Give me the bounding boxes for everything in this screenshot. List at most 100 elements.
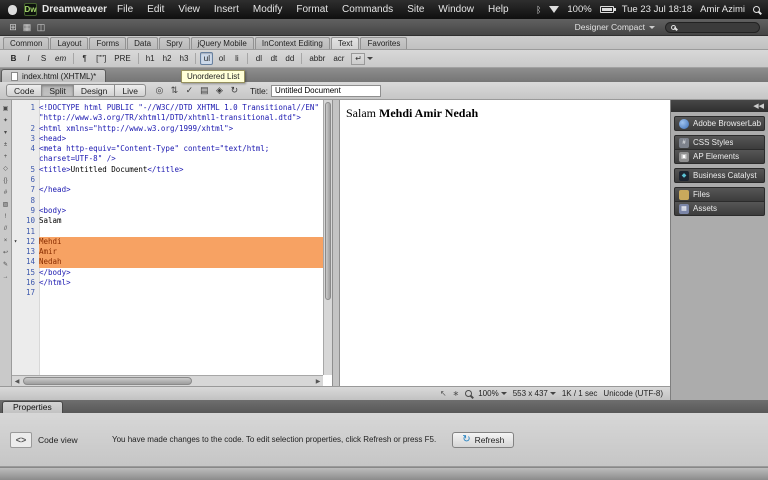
fold-arrow-icon[interactable]: ▾ <box>12 237 19 247</box>
code-line[interactable]: 6 <box>12 175 323 185</box>
line-numbers-icon[interactable]: # <box>1 189 11 198</box>
insert-tab-jquery-mobile[interactable]: jQuery Mobile <box>190 37 254 49</box>
w3c-validation-icon[interactable]: ✓ <box>182 84 197 97</box>
design-view-pane[interactable]: Salam Mehdi Amir Nedah <box>340 100 670 386</box>
code-line[interactable]: 8 <box>12 196 323 206</box>
expand-panels-button[interactable]: ◀◀ <box>753 102 764 110</box>
insert-button-dt[interactable]: dt <box>267 52 280 65</box>
zoom-level[interactable]: 100% <box>478 389 507 398</box>
scroll-left-arrow-icon[interactable]: ◀ <box>12 378 22 385</box>
panel-files[interactable]: Files <box>674 187 765 202</box>
insert-tab-incontext-editing[interactable]: InContext Editing <box>254 37 330 49</box>
expand-all-icon[interactable]: + <box>1 153 11 162</box>
insert-button-b[interactable]: B <box>7 52 20 65</box>
menubar-user[interactable]: Amir Azimi <box>700 4 745 15</box>
insert-button-dl[interactable]: dl <box>252 52 265 65</box>
insert-button-abbr[interactable]: abbr <box>306 52 328 65</box>
hand-tool-icon[interactable]: ∗ <box>453 389 460 398</box>
tab-properties[interactable]: Properties <box>2 401 63 413</box>
panel-css-styles[interactable]: CSS Styles <box>674 135 765 150</box>
view-button-live[interactable]: Live <box>114 84 146 97</box>
menu-commands[interactable]: Commands <box>335 4 400 15</box>
menu-help[interactable]: Help <box>481 4 516 15</box>
visual-aids-icon[interactable]: ◈ <box>212 84 227 97</box>
menu-site[interactable]: Site <box>400 4 431 15</box>
menubar-clock[interactable]: Tue 23 Jul 18:18 <box>622 4 692 15</box>
insert-tab-layout[interactable]: Layout <box>50 37 89 49</box>
code-line[interactable]: 14 Nedah <box>12 257 323 268</box>
code-line[interactable]: 16 </html> <box>12 278 323 288</box>
insert-button-h3[interactable]: h3 <box>177 52 192 65</box>
collapse-selection-icon[interactable]: ± <box>1 141 11 150</box>
panel-ap-elements[interactable]: AP Elements <box>674 149 765 164</box>
recent-snippets-icon[interactable]: ✎ <box>1 261 11 270</box>
code-line[interactable]: 15 </body> <box>12 268 323 278</box>
insert-button-s[interactable]: S <box>37 52 50 65</box>
menu-file[interactable]: File <box>110 4 140 15</box>
code-line[interactable]: 9 <body> <box>12 206 323 216</box>
code-line[interactable]: 4 <meta http-equiv="Content-Type" content… <box>12 144 323 154</box>
app-name-menu[interactable]: Dreamweaver <box>42 4 107 15</box>
file-management-icon[interactable]: ⇅ <box>167 84 182 97</box>
insert-tab-favorites[interactable]: Favorites <box>360 37 408 49</box>
indent-code-icon[interactable]: → <box>1 273 11 282</box>
workspace-switcher[interactable]: Designer Compact <box>575 22 655 32</box>
insert-button-blockquote[interactable]: [""] <box>93 52 109 65</box>
characters-menu-icon[interactable]: ↵ <box>351 52 366 65</box>
wifi-icon[interactable] <box>549 6 560 13</box>
code-horizontal-scrollbar[interactable]: ◀ ▶ <box>12 375 323 386</box>
zoom-tool-icon[interactable] <box>465 390 473 397</box>
remove-comment-icon[interactable]: × <box>1 237 11 246</box>
insert-button-dd[interactable]: dd <box>282 52 297 65</box>
select-tool-icon[interactable]: ↖ <box>440 389 447 398</box>
code-line[interactable]: 7 </head> <box>12 185 323 195</box>
balance-braces-icon[interactable]: {} <box>1 177 11 186</box>
menu-insert[interactable]: Insert <box>207 4 246 15</box>
view-button-design[interactable]: Design <box>72 84 116 97</box>
insert-button-acr[interactable]: acr <box>330 52 347 65</box>
code-line[interactable]: 2 <html xmlns="http://www.w3.org/1999/xht… <box>12 124 323 134</box>
syntax-error-alerts-icon[interactable]: ! <box>1 213 11 222</box>
code-line[interactable]: 13 Amir <box>12 247 323 258</box>
code-line[interactable]: charset=UTF-8" /> <box>12 154 323 164</box>
pane-splitter[interactable] <box>332 100 340 386</box>
refresh-button[interactable]: ↻ Refresh <box>452 431 515 448</box>
scrollbar-track[interactable] <box>22 376 313 386</box>
insert-tab-common[interactable]: Common <box>3 37 50 49</box>
menu-edit[interactable]: Edit <box>140 4 171 15</box>
scrollbar-thumb[interactable] <box>23 377 192 385</box>
spotlight-icon[interactable] <box>753 6 760 13</box>
menu-window[interactable]: Window <box>431 4 481 15</box>
refresh-icon[interactable]: ↻ <box>227 84 242 97</box>
insert-tab-forms[interactable]: Forms <box>89 37 127 49</box>
code-view-pane[interactable]: 1 <!DOCTYPE html PUBLIC "-//W3C//DTD XHTM… <box>12 100 332 386</box>
code-line[interactable]: 10 Salam <box>12 216 323 226</box>
insert-tab-data[interactable]: Data <box>127 37 159 49</box>
battery-icon[interactable] <box>599 6 616 13</box>
wrap-tag-icon[interactable]: ↩ <box>1 249 11 258</box>
insert-tab-spry[interactable]: Spry <box>159 37 190 49</box>
highlight-invalid-code-icon[interactable]: ▨ <box>1 201 11 210</box>
apply-comment-icon[interactable]: // <box>1 225 11 234</box>
insert-button-h1[interactable]: h1 <box>143 52 158 65</box>
view-button-code[interactable]: Code <box>6 84 43 97</box>
apple-menu-icon[interactable] <box>8 4 17 15</box>
insert-button-ul[interactable]: ul <box>200 52 214 65</box>
show-code-navigator-icon[interactable]: ✦ <box>1 117 11 126</box>
search-input[interactable] <box>679 22 759 32</box>
panel-business-catalyst[interactable]: Business Catalyst <box>674 168 765 183</box>
collapse-full-tag-icon[interactable]: ▾ <box>1 129 11 138</box>
code-line[interactable]: ▾ 12 Mehdi <box>12 236 323 248</box>
menu-modify[interactable]: Modify <box>246 4 289 15</box>
insert-tab-text[interactable]: Text <box>330 37 360 49</box>
menu-view[interactable]: View <box>171 4 207 15</box>
insert-button-em[interactable]: em <box>52 52 69 65</box>
window-size[interactable]: 553 x 437 <box>513 389 556 398</box>
code-line[interactable]: 11 <box>12 227 323 237</box>
insert-button-pre[interactable]: PRE <box>111 52 133 65</box>
extend-dreamweaver-icon[interactable]: ▦ <box>20 21 34 33</box>
code-line[interactable]: 3 <head> <box>12 134 323 144</box>
select-parent-tag-icon[interactable]: ◇ <box>1 165 11 174</box>
insert-button-li[interactable]: li <box>230 52 243 65</box>
code-line[interactable]: 5 <title>Untitled Document</title> <box>12 165 323 175</box>
